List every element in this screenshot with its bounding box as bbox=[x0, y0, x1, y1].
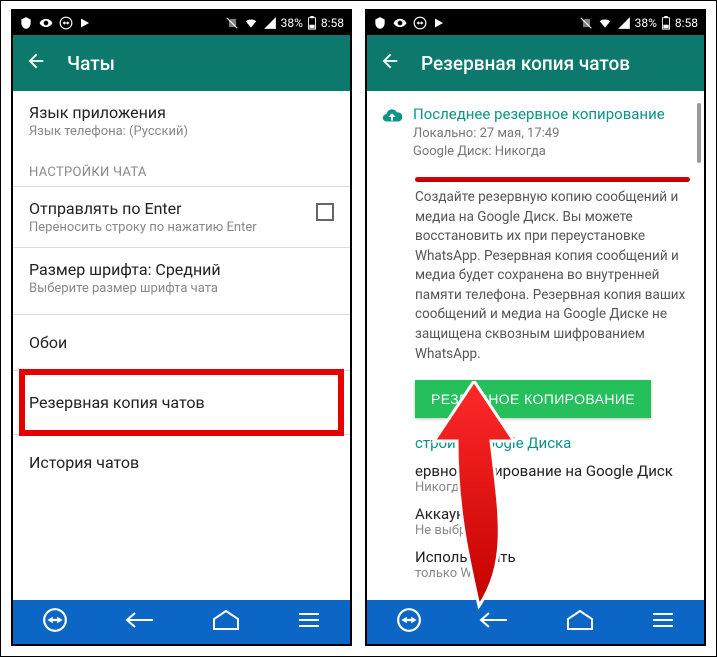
status-bar: 38% 8:58 bbox=[13, 11, 350, 35]
back-icon[interactable] bbox=[379, 50, 401, 76]
nav-back-icon[interactable] bbox=[125, 609, 155, 635]
gdrive-backup-line: Google Диск: Никогда bbox=[413, 144, 665, 159]
eye-icon bbox=[393, 16, 407, 30]
page-title: Чаты bbox=[67, 52, 115, 75]
nav-bar bbox=[367, 600, 704, 644]
enter-send-item[interactable]: Отправлять по Enter Переносить строку по… bbox=[13, 187, 350, 247]
app-bar: Резервная копия чатов bbox=[367, 35, 704, 91]
last-backup-section: Последнее резервное копирование Локально… bbox=[367, 91, 704, 163]
language-secondary: Язык телефона: (Русский) bbox=[29, 124, 334, 139]
backup-description: Создайте резервную копию сообщений и мед… bbox=[367, 188, 704, 364]
battery-icon bbox=[661, 16, 671, 30]
status-bar: 38% 8:58 bbox=[367, 11, 704, 35]
use-primary: Использовать bbox=[415, 548, 688, 566]
battery-pct: 38% bbox=[281, 16, 303, 30]
teamviewer-icon bbox=[59, 16, 73, 30]
wifi-icon bbox=[243, 16, 259, 30]
chat-backup-item[interactable]: Резервная копия чатов bbox=[13, 371, 350, 434]
cloud-upload-icon bbox=[381, 105, 403, 159]
back-icon[interactable] bbox=[25, 50, 47, 76]
signal-icon bbox=[263, 16, 277, 30]
nav-recents-icon[interactable] bbox=[297, 611, 321, 633]
no-sim-icon bbox=[579, 16, 593, 30]
enter-send-checkbox[interactable] bbox=[316, 203, 334, 221]
page-title: Резервная копия чатов bbox=[421, 52, 630, 75]
enter-send-primary: Отправлять по Enter bbox=[29, 199, 334, 218]
phone-right: 38% 8:58 Резервная копия чатов Последнее… bbox=[365, 9, 706, 646]
gdrive-backup-primary: ервное копирование на Google Диск bbox=[415, 462, 688, 480]
font-size-secondary: Выберите размер шрифта чата bbox=[29, 281, 334, 296]
chat-backup-label: Резервная копия чатов bbox=[29, 393, 334, 412]
language-item[interactable]: Язык приложения Язык телефона: (Русский) bbox=[13, 91, 350, 151]
nav-bar bbox=[13, 600, 350, 644]
nav-teamviewer-icon[interactable] bbox=[396, 607, 422, 637]
account-primary: Аккаунт bbox=[415, 505, 688, 523]
no-sim-icon bbox=[225, 16, 239, 30]
vpn-icon bbox=[19, 16, 33, 30]
play-icon bbox=[433, 17, 445, 29]
chat-settings-header: НАСТРОЙКИ ЧАТА bbox=[13, 151, 350, 186]
settings-list: Язык приложения Язык телефона: (Русский)… bbox=[13, 91, 350, 600]
battery-icon bbox=[307, 16, 317, 30]
signal-icon bbox=[617, 16, 631, 30]
chat-history-label: История чатов bbox=[29, 453, 334, 472]
wallpaper-label: Обои bbox=[29, 333, 334, 352]
enter-send-secondary: Переносить строку по нажатию Enter bbox=[29, 220, 334, 235]
wallpaper-item[interactable]: Обои bbox=[13, 315, 350, 370]
font-size-primary: Размер шрифта: Средний bbox=[29, 260, 334, 279]
gdrive-backup-item[interactable]: ервное копирование на Google Диск Никогд… bbox=[415, 462, 688, 495]
gdrive-settings-section: стройки Google Диска ервное копирование … bbox=[367, 424, 704, 581]
backup-button[interactable]: РЕЗЕРВНОЕ КОПИРОВАНИЕ bbox=[415, 380, 651, 418]
phone-left: 38% 8:58 Чаты Язык приложения Язык телеф… bbox=[11, 9, 352, 646]
wifi-icon bbox=[597, 16, 613, 30]
clock: 8:58 bbox=[321, 16, 344, 30]
battery-pct: 38% bbox=[635, 16, 657, 30]
nav-back-icon[interactable] bbox=[479, 609, 509, 635]
backup-content: Последнее резервное копирование Локально… bbox=[367, 91, 704, 600]
eye-icon bbox=[39, 16, 53, 30]
clock: 8:58 bbox=[675, 16, 698, 30]
app-bar: Чаты bbox=[13, 35, 350, 91]
use-network-item[interactable]: Использовать только Wi-Fi bbox=[415, 548, 688, 581]
language-primary: Язык приложения bbox=[29, 103, 334, 122]
gdrive-settings-title: стройки Google Диска bbox=[415, 434, 688, 452]
chat-history-item[interactable]: История чатов bbox=[13, 435, 350, 490]
font-size-item[interactable]: Размер шрифта: Средний Выберите размер ш… bbox=[13, 248, 350, 308]
account-item[interactable]: Аккаунт Не выбрано bbox=[415, 505, 688, 538]
nav-home-icon[interactable] bbox=[566, 609, 594, 635]
teamviewer-icon bbox=[413, 16, 427, 30]
vpn-icon bbox=[373, 16, 387, 30]
nav-home-icon[interactable] bbox=[212, 609, 240, 635]
last-backup-title: Последнее резервное копирование bbox=[413, 105, 665, 123]
local-backup-line: Локально: 27 мая, 17:49 bbox=[413, 126, 665, 141]
account-secondary: Не выбрано bbox=[415, 523, 688, 538]
play-icon bbox=[79, 17, 91, 29]
gdrive-backup-secondary: Никогда bbox=[415, 480, 688, 495]
scrollbar[interactable] bbox=[697, 103, 701, 163]
nav-teamviewer-icon[interactable] bbox=[42, 607, 68, 637]
use-secondary: только Wi-Fi bbox=[415, 566, 688, 581]
highlight-underline bbox=[415, 177, 690, 182]
nav-recents-icon[interactable] bbox=[651, 611, 675, 633]
